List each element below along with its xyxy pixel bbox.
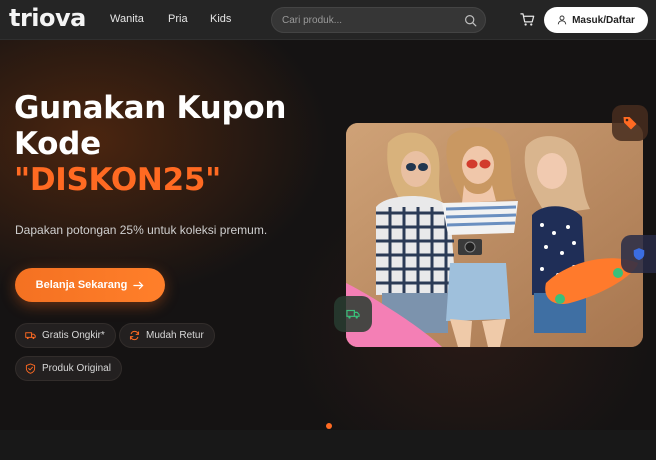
feature-easy-return: Mudah Retur [119, 323, 215, 348]
truck-icon [25, 332, 36, 340]
promo-tag-badge [612, 105, 648, 141]
coupon-code: "DISKON25" [14, 162, 221, 198]
feature-free-shipping: Gratis Ongkir* [15, 323, 116, 348]
headline-line-2: Kode [14, 126, 101, 162]
hero-subtitle: Dapakan potongan 25% untuk koleksi premu… [15, 223, 268, 237]
feature-original-product: Produk Original [15, 356, 122, 381]
login-register-button[interactable]: Masuk/Daftar [544, 7, 648, 33]
refresh-icon [129, 330, 140, 341]
search-input[interactable] [282, 13, 457, 28]
top-navbar: triova Wanita Pria Kids Masuk/Daftar [0, 0, 656, 40]
shield-icon [25, 363, 36, 374]
shop-now-button[interactable]: Belanja Sekarang [15, 268, 165, 302]
feature-label: Produk Original [42, 363, 111, 374]
feature-label: Gratis Ongkir* [42, 330, 105, 341]
hero-image [346, 123, 643, 347]
nav-link-pria[interactable]: Pria [168, 13, 188, 25]
cart-icon[interactable] [520, 12, 535, 27]
user-icon [557, 15, 567, 25]
nav-link-kids[interactable]: Kids [210, 13, 231, 25]
tag-icon [623, 117, 637, 130]
page: triova Wanita Pria Kids Masuk/Daftar Gun… [0, 0, 656, 460]
truck-icon [346, 309, 360, 319]
nav-link-wanita[interactable]: Wanita [110, 13, 144, 25]
carousel-indicator-dot[interactable] [326, 423, 332, 429]
headline-line-1: Gunakan Kupon [14, 90, 287, 126]
login-register-label: Masuk/Daftar [572, 14, 635, 26]
search-bar [271, 7, 486, 33]
logo[interactable]: triova [9, 4, 86, 32]
arrow-right-icon [133, 281, 144, 289]
shipping-truck-badge [334, 296, 372, 332]
search-icon[interactable] [464, 14, 477, 27]
secure-shield-badge [621, 235, 656, 273]
shop-now-label: Belanja Sekarang [35, 279, 128, 291]
hero-headline: Gunakan Kupon Kode "DISKON25" [14, 90, 286, 198]
shield-icon [633, 248, 644, 261]
feature-label: Mudah Retur [146, 330, 204, 341]
models-photo [346, 123, 643, 347]
page-bottom-strip [0, 430, 656, 460]
